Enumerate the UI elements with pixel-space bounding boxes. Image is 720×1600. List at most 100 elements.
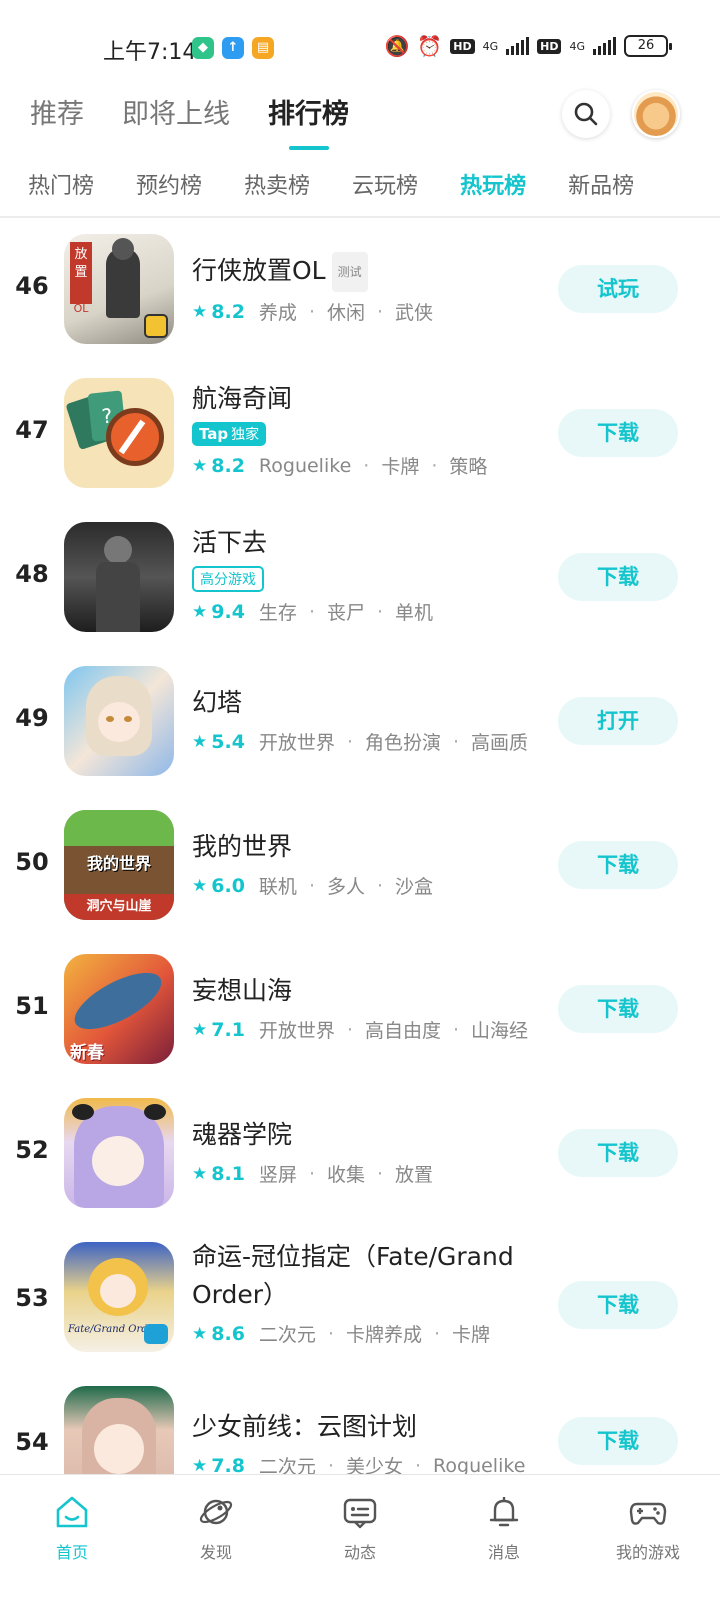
game-name: 妄想山海 <box>192 976 293 1005</box>
game-row-48[interactable]: 48 活下去 高分游戏 ★ 9.4 生存 · 丧尸 · 单机 下载 <box>0 506 720 650</box>
alarm-icon: ⏰ <box>417 34 443 58</box>
subtab-hot-play[interactable]: 热玩榜 <box>460 168 526 200</box>
genre-tag: 休闲 <box>326 302 365 324</box>
subtab-cloud[interactable]: 云玩榜 <box>352 168 418 200</box>
status-indicators: 🔕 ⏰ HD 4G HD 4G 26 <box>384 34 672 58</box>
star-icon: ★ <box>192 1323 208 1344</box>
subtab-reservation[interactable]: 预约榜 <box>136 168 202 200</box>
tab-coming-soon[interactable]: 即将上线 <box>122 92 230 144</box>
game-meta: ★ 8.1 竖屏 · 收集 · 放置 <box>192 1160 552 1187</box>
rating: 6.0 <box>211 874 245 897</box>
genre-tag: 单机 <box>395 602 434 624</box>
shield-app-icon: ◆ <box>192 37 214 59</box>
rating: 8.1 <box>211 1162 245 1185</box>
search-button[interactable] <box>562 90 610 138</box>
download-button[interactable]: 下载 <box>558 409 678 457</box>
genre-tag: 丧尸 <box>326 602 365 624</box>
game-row-54[interactable]: 54 少女前线：云图计划 ★ 7.8 二次元 · 美少女 · Roguelike 下载 <box>0 1386 720 1474</box>
game-name: 航海奇闻 <box>192 384 293 413</box>
rank-number: 51 <box>15 992 49 1020</box>
nav-home[interactable]: 首页 <box>0 1475 144 1600</box>
subtab-new[interactable]: 新品榜 <box>568 168 634 200</box>
download-button[interactable]: 下载 <box>558 1281 678 1329</box>
genre-tag: Roguelike <box>433 1454 526 1475</box>
genre-tag: 卡牌 <box>381 456 420 478</box>
download-button[interactable]: 下载 <box>558 985 678 1033</box>
game-meta: ★ 6.0 联机 · 多人 · 沙盒 <box>192 872 552 899</box>
genre-tag: 角色扮演 <box>364 732 441 754</box>
game-name: 幻塔 <box>192 688 243 717</box>
subtab-popular[interactable]: 热门榜 <box>28 168 94 200</box>
game-info: 命运-冠位指定（Fate/Grand Order） ★ 8.6 二次元 · 卡牌养成… <box>192 1238 552 1347</box>
download-button[interactable]: 下载 <box>558 1417 678 1465</box>
game-row-47[interactable]: 47 ? 航海奇闻 Tap 独家 ★ 8.2 Roguelike · 卡牌 · 策略 下… <box>0 362 720 506</box>
game-name: 活下去 <box>192 528 268 557</box>
nav-label: 动态 <box>343 1543 376 1562</box>
upload-app-icon: ↑ <box>222 37 244 59</box>
genre-tag: 高自由度 <box>364 1020 441 1042</box>
game-meta: ★ 8.6 二次元 · 卡牌养成 · 卡牌 <box>192 1320 552 1347</box>
game-ranking-list[interactable]: 46 放置 OL 行侠放置OL 测试 ★ 8.2 养成 · 休闲 · 武侠 试玩 47 … <box>0 218 720 1474</box>
rank-number: 46 <box>15 272 49 300</box>
game-info: 活下去 高分游戏 ★ 9.4 生存 · 丧尸 · 单机 <box>192 524 552 625</box>
genre-tag: 多人 <box>326 876 365 898</box>
try-play-button[interactable]: 试玩 <box>558 265 678 313</box>
genre-tag: 生存 <box>258 602 297 624</box>
bell-icon <box>489 1497 519 1527</box>
genre-tag: 放置 <box>395 1164 434 1186</box>
star-icon: ★ <box>192 1455 208 1475</box>
rating: 5.4 <box>211 730 245 753</box>
rating: 8.2 <box>211 300 245 323</box>
game-row-50[interactable]: 50 我的世界 洞穴与山崖 我的世界 ★ 6.0 联机 · 多人 · 沙盒 下载 <box>0 794 720 938</box>
search-icon <box>574 102 598 126</box>
game-row-51[interactable]: 51 新春 妄想山海 ★ 7.1 开放世界 · 高自由度 · 山海经 下载 <box>0 938 720 1082</box>
download-button[interactable]: 下载 <box>558 553 678 601</box>
icon-label: 洞穴与山崖 <box>64 894 174 920</box>
nav-feed[interactable]: 动态 <box>288 1475 432 1600</box>
tab-recommend[interactable]: 推荐 <box>30 92 84 144</box>
genre-tag: 山海经 <box>471 1020 529 1042</box>
nav-discover[interactable]: 发现 <box>144 1475 288 1600</box>
high-score-badge: 高分游戏 <box>192 566 264 592</box>
network-type: 4G <box>482 39 499 53</box>
game-row-52[interactable]: 52 魂器学院 ★ 8.1 竖屏 · 收集 · 放置 下载 <box>0 1082 720 1226</box>
game-icon <box>64 666 174 776</box>
nav-label: 首页 <box>55 1543 88 1562</box>
game-info: 行侠放置OL 测试 ★ 8.2 养成 · 休闲 · 武侠 <box>192 252 552 325</box>
tab-rankings[interactable]: 排行榜 <box>268 92 349 144</box>
game-icon: 我的世界 洞穴与山崖 <box>64 810 174 920</box>
status-time: 上午7:14 <box>103 40 197 65</box>
download-button[interactable]: 下载 <box>558 1129 678 1177</box>
rating: 8.6 <box>211 1322 245 1345</box>
genre-tag: 二次元 <box>258 1456 316 1474</box>
game-info: 少女前线：云图计划 ★ 7.8 二次元 · 美少女 · Roguelike <box>192 1408 552 1474</box>
star-icon: ★ <box>192 455 208 476</box>
open-button[interactable]: 打开 <box>558 697 678 745</box>
game-info: 航海奇闻 Tap 独家 ★ 8.2 Roguelike · 卡牌 · 策略 <box>192 380 552 479</box>
user-avatar[interactable] <box>632 90 680 138</box>
genre-tag: 开放世界 <box>258 732 335 754</box>
game-meta: ★ 8.2 养成 · 休闲 · 武侠 <box>192 298 552 325</box>
subtab-bestselling[interactable]: 热卖榜 <box>244 168 310 200</box>
home-icon <box>56 1496 88 1528</box>
nav-label: 消息 <box>487 1543 520 1562</box>
ranking-sub-tabs: 热门榜 预约榜 热卖榜 云玩榜 热玩榜 新品榜 <box>28 168 634 200</box>
genre-tag: 卡牌 <box>452 1324 491 1346</box>
game-icon <box>64 1098 174 1208</box>
game-row-49[interactable]: 49 幻塔 ★ 5.4 开放世界 · 角色扮演 · 高画质 打开 <box>0 650 720 794</box>
genre-tag: 沙盒 <box>395 876 434 898</box>
nav-my-games[interactable]: 我的游戏 <box>576 1475 720 1600</box>
game-row-53[interactable]: 53 Fate/Grand Order 命运-冠位指定（Fate/Grand O… <box>0 1226 720 1386</box>
download-button[interactable]: 下载 <box>558 841 678 889</box>
rank-number: 54 <box>15 1428 49 1456</box>
test-tag: 测试 <box>331 252 368 292</box>
gamepad-icon <box>629 1502 667 1525</box>
game-icon <box>64 1386 174 1474</box>
status-bar: 上午7:14 ◆ ↑ ▤ 🔕 ⏰ HD 4G HD 4G 26 <box>0 0 720 90</box>
game-icon <box>64 522 174 632</box>
game-meta: ★ 5.4 开放世界 · 角色扮演 · 高画质 <box>192 728 552 755</box>
game-row-46[interactable]: 46 放置 OL 行侠放置OL 测试 ★ 8.2 养成 · 休闲 · 武侠 试玩 <box>0 218 720 362</box>
genre-tag: 养成 <box>258 302 297 324</box>
hd-badge-2: HD <box>537 38 562 54</box>
nav-messages[interactable]: 消息 <box>432 1475 576 1600</box>
